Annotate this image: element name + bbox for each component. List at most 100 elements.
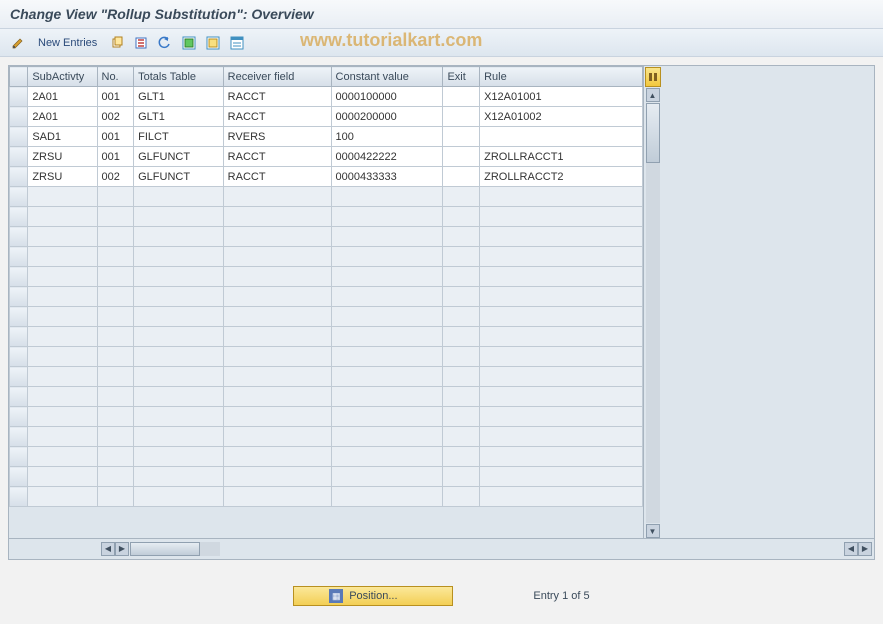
scroll-up-icon[interactable]: ▲ <box>646 88 660 102</box>
cell-con[interactable]: 0000200000 <box>331 107 443 127</box>
table-row[interactable]: SAD1001FILCTRVERS100 <box>10 127 643 147</box>
cell-tot[interactable]: GLT1 <box>134 107 224 127</box>
hscroll-thumb[interactable] <box>130 542 200 556</box>
col-constant-value[interactable]: Constant value <box>331 67 443 87</box>
table-row-empty[interactable] <box>10 187 643 207</box>
row-selector[interactable] <box>10 287 28 307</box>
row-selector[interactable] <box>10 267 28 287</box>
row-selector[interactable] <box>10 207 28 227</box>
table-row-empty[interactable] <box>10 407 643 427</box>
config-button[interactable] <box>227 33 247 53</box>
table-row-empty[interactable] <box>10 387 643 407</box>
data-grid[interactable]: SubActivty No. Totals Table Receiver fie… <box>9 66 643 507</box>
row-selector[interactable] <box>10 247 28 267</box>
cell-no[interactable]: 002 <box>97 107 134 127</box>
row-selector[interactable] <box>10 187 28 207</box>
row-selector[interactable] <box>10 427 28 447</box>
cell-sub[interactable]: 2A01 <box>28 87 97 107</box>
table-row-empty[interactable] <box>10 307 643 327</box>
cell-tot[interactable]: GLT1 <box>134 87 224 107</box>
vscroll-thumb[interactable] <box>646 103 660 163</box>
table-row-empty[interactable] <box>10 327 643 347</box>
delete-button[interactable] <box>131 33 151 53</box>
cell-con[interactable]: 0000100000 <box>331 87 443 107</box>
row-selector[interactable] <box>10 167 28 187</box>
cell-exit[interactable] <box>443 107 480 127</box>
cell-rule[interactable] <box>480 127 643 147</box>
cell-rule[interactable]: ZROLLRACCT1 <box>480 147 643 167</box>
table-row-empty[interactable] <box>10 447 643 467</box>
col-receiver-field[interactable]: Receiver field <box>223 67 331 87</box>
table-row[interactable]: ZRSU001GLFUNCTRACCT0000422222ZROLLRACCT1 <box>10 147 643 167</box>
table-row[interactable]: ZRSU002GLFUNCTRACCT0000433333ZROLLRACCT2 <box>10 167 643 187</box>
row-selector[interactable] <box>10 387 28 407</box>
row-selector[interactable] <box>10 447 28 467</box>
row-selector[interactable] <box>10 307 28 327</box>
new-entries-button[interactable]: New Entries <box>32 35 103 51</box>
cell-rec[interactable]: RVERS <box>223 127 331 147</box>
row-selector[interactable] <box>10 147 28 167</box>
vertical-scrollbar[interactable]: ▲ ▼ <box>643 66 661 538</box>
row-selector[interactable] <box>10 327 28 347</box>
cell-tot[interactable]: GLFUNCT <box>134 147 224 167</box>
col-totals-table[interactable]: Totals Table <box>134 67 224 87</box>
scroll-right2-icon[interactable]: ▶ <box>858 542 872 556</box>
cell-sub[interactable]: 2A01 <box>28 107 97 127</box>
row-selector[interactable] <box>10 367 28 387</box>
cell-sub[interactable]: SAD1 <box>28 127 97 147</box>
col-no[interactable]: No. <box>97 67 134 87</box>
cell-sub[interactable]: ZRSU <box>28 167 97 187</box>
deselect-all-button[interactable] <box>203 33 223 53</box>
row-selector[interactable] <box>10 487 28 507</box>
toggle-edit-button[interactable] <box>8 33 28 53</box>
table-row-empty[interactable] <box>10 247 643 267</box>
cell-no[interactable]: 001 <box>97 87 134 107</box>
cell-exit[interactable] <box>443 87 480 107</box>
cell-rec[interactable]: RACCT <box>223 167 331 187</box>
scroll-right-icon[interactable]: ▶ <box>115 542 129 556</box>
hscroll-track[interactable] <box>130 542 220 556</box>
row-selector[interactable] <box>10 107 28 127</box>
row-selector[interactable] <box>10 467 28 487</box>
row-selector[interactable] <box>10 87 28 107</box>
cell-no[interactable]: 001 <box>97 147 134 167</box>
cell-rec[interactable]: RACCT <box>223 87 331 107</box>
cell-rule[interactable]: X12A01001 <box>480 87 643 107</box>
table-settings-button[interactable] <box>645 67 661 87</box>
table-row[interactable]: 2A01001GLT1RACCT0000100000 X12A01001 <box>10 87 643 107</box>
table-row-empty[interactable] <box>10 487 643 507</box>
table-row-empty[interactable] <box>10 347 643 367</box>
row-selector[interactable] <box>10 227 28 247</box>
vscroll-track[interactable] <box>646 103 660 523</box>
table-row-empty[interactable] <box>10 467 643 487</box>
table-row-empty[interactable] <box>10 287 643 307</box>
cell-no[interactable]: 002 <box>97 167 134 187</box>
position-button[interactable]: ▦ Position... <box>293 586 453 606</box>
cell-rule[interactable]: ZROLLRACCT2 <box>480 167 643 187</box>
col-subactivity[interactable]: SubActivty <box>28 67 97 87</box>
row-selector[interactable] <box>10 407 28 427</box>
cell-con[interactable]: 100 <box>331 127 443 147</box>
scroll-left2-icon[interactable]: ◀ <box>844 542 858 556</box>
table-row-empty[interactable] <box>10 427 643 447</box>
scroll-left-icon[interactable]: ◀ <box>101 542 115 556</box>
col-exit[interactable]: Exit <box>443 67 480 87</box>
cell-sub[interactable]: ZRSU <box>28 147 97 167</box>
undo-button[interactable] <box>155 33 175 53</box>
table-row-empty[interactable] <box>10 207 643 227</box>
cell-exit[interactable] <box>443 167 480 187</box>
cell-tot[interactable]: FILCT <box>134 127 224 147</box>
table-row-empty[interactable] <box>10 267 643 287</box>
col-rule[interactable]: Rule <box>480 67 643 87</box>
table-row-empty[interactable] <box>10 227 643 247</box>
cell-tot[interactable]: GLFUNCT <box>134 167 224 187</box>
cell-rule[interactable]: X12A01002 <box>480 107 643 127</box>
col-rowselect[interactable] <box>10 67 28 87</box>
horizontal-scrollbar[interactable]: ◀ ▶ ◀ ▶ <box>9 538 874 558</box>
table-row[interactable]: 2A01002GLT1RACCT0000200000X12A01002 <box>10 107 643 127</box>
cell-exit[interactable] <box>443 127 480 147</box>
cell-exit[interactable] <box>443 147 480 167</box>
cell-con[interactable]: 0000422222 <box>331 147 443 167</box>
select-all-button[interactable] <box>179 33 199 53</box>
copy-button[interactable] <box>107 33 127 53</box>
